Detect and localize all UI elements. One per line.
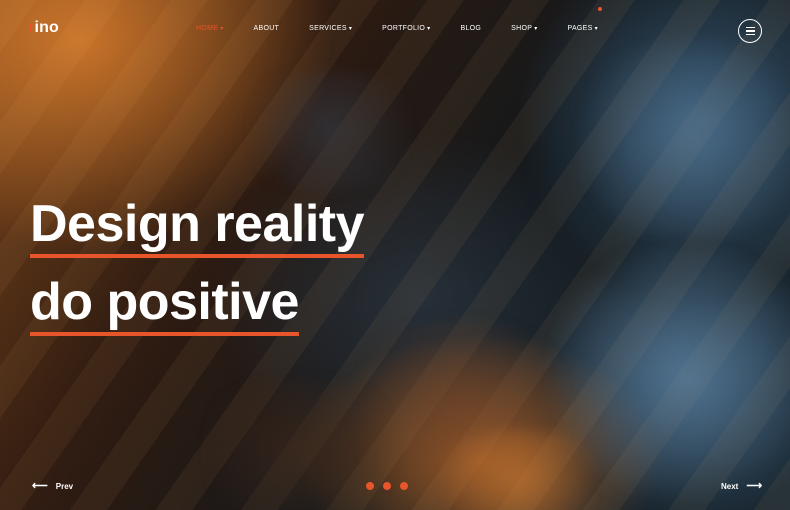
nav-item-label: Home — [196, 25, 219, 32]
nav-item-label: Pages — [567, 25, 593, 32]
nav-item-label: Blog — [460, 25, 482, 32]
arrow-right-icon: ⟶ — [746, 480, 763, 492]
nav-item-portfolio[interactable]: Portfolio ▾ — [382, 25, 430, 32]
hero-slide: rino Home ▾ About Services ▾ Portfolio ▾ Blog Sh… — [0, 0, 790, 510]
nav-item-label: About — [253, 25, 280, 32]
arrow-left-icon: ⟵ — [32, 480, 48, 492]
slider-dot-2[interactable] — [383, 482, 391, 490]
nav-item-label: Portfolio — [382, 25, 426, 32]
chevron-down-icon: ▾ — [348, 26, 353, 32]
nav-item-blog[interactable]: Blog — [460, 25, 481, 32]
notification-dot — [598, 7, 602, 11]
chevron-down-icon: ▾ — [534, 26, 538, 32]
nav-item-home[interactable]: Home ▾ — [196, 25, 224, 32]
site-header: rino Home ▾ About Services ▾ Portfolio ▾ Blog Sh… — [0, 0, 790, 60]
next-label: Next — [721, 481, 739, 491]
prev-label: Prev — [55, 481, 74, 491]
nav-item-label: Shop — [511, 25, 533, 32]
headline-line-1: Design reality — [30, 194, 365, 258]
nav-item-about[interactable]: About — [254, 25, 280, 32]
nav-item-label: Services — [309, 25, 347, 32]
slider-controls: ⟵ Prev Next ⟶ — [0, 477, 790, 497]
chevron-down-icon: ▾ — [594, 26, 598, 32]
hamburger-circle-icon[interactable] — [738, 19, 762, 43]
logo-text: ino — [34, 19, 60, 36]
headline-line-2: do positive — [30, 272, 299, 336]
slider-dot-3[interactable] — [400, 482, 408, 490]
chevron-down-icon: ▾ — [427, 26, 431, 32]
next-button[interactable]: Next ⟶ — [721, 480, 763, 492]
nav-item-pages[interactable]: Pages ▾ — [568, 25, 598, 32]
chevron-down-icon: ▾ — [220, 26, 224, 32]
slider-dots — [366, 482, 408, 490]
slider-dot-1[interactable] — [366, 482, 374, 490]
prev-button[interactable]: ⟵ Prev — [32, 480, 74, 492]
hero-headline: Design reality do positive — [30, 194, 365, 350]
nav-item-services[interactable]: Services ▾ — [309, 25, 352, 32]
nav-item-shop[interactable]: Shop ▾ — [511, 25, 537, 32]
main-nav: Home ▾ About Services ▾ Portfolio ▾ Blog Shop ▾ Pa… — [196, 25, 628, 32]
site-logo[interactable]: rino — [28, 19, 59, 37]
